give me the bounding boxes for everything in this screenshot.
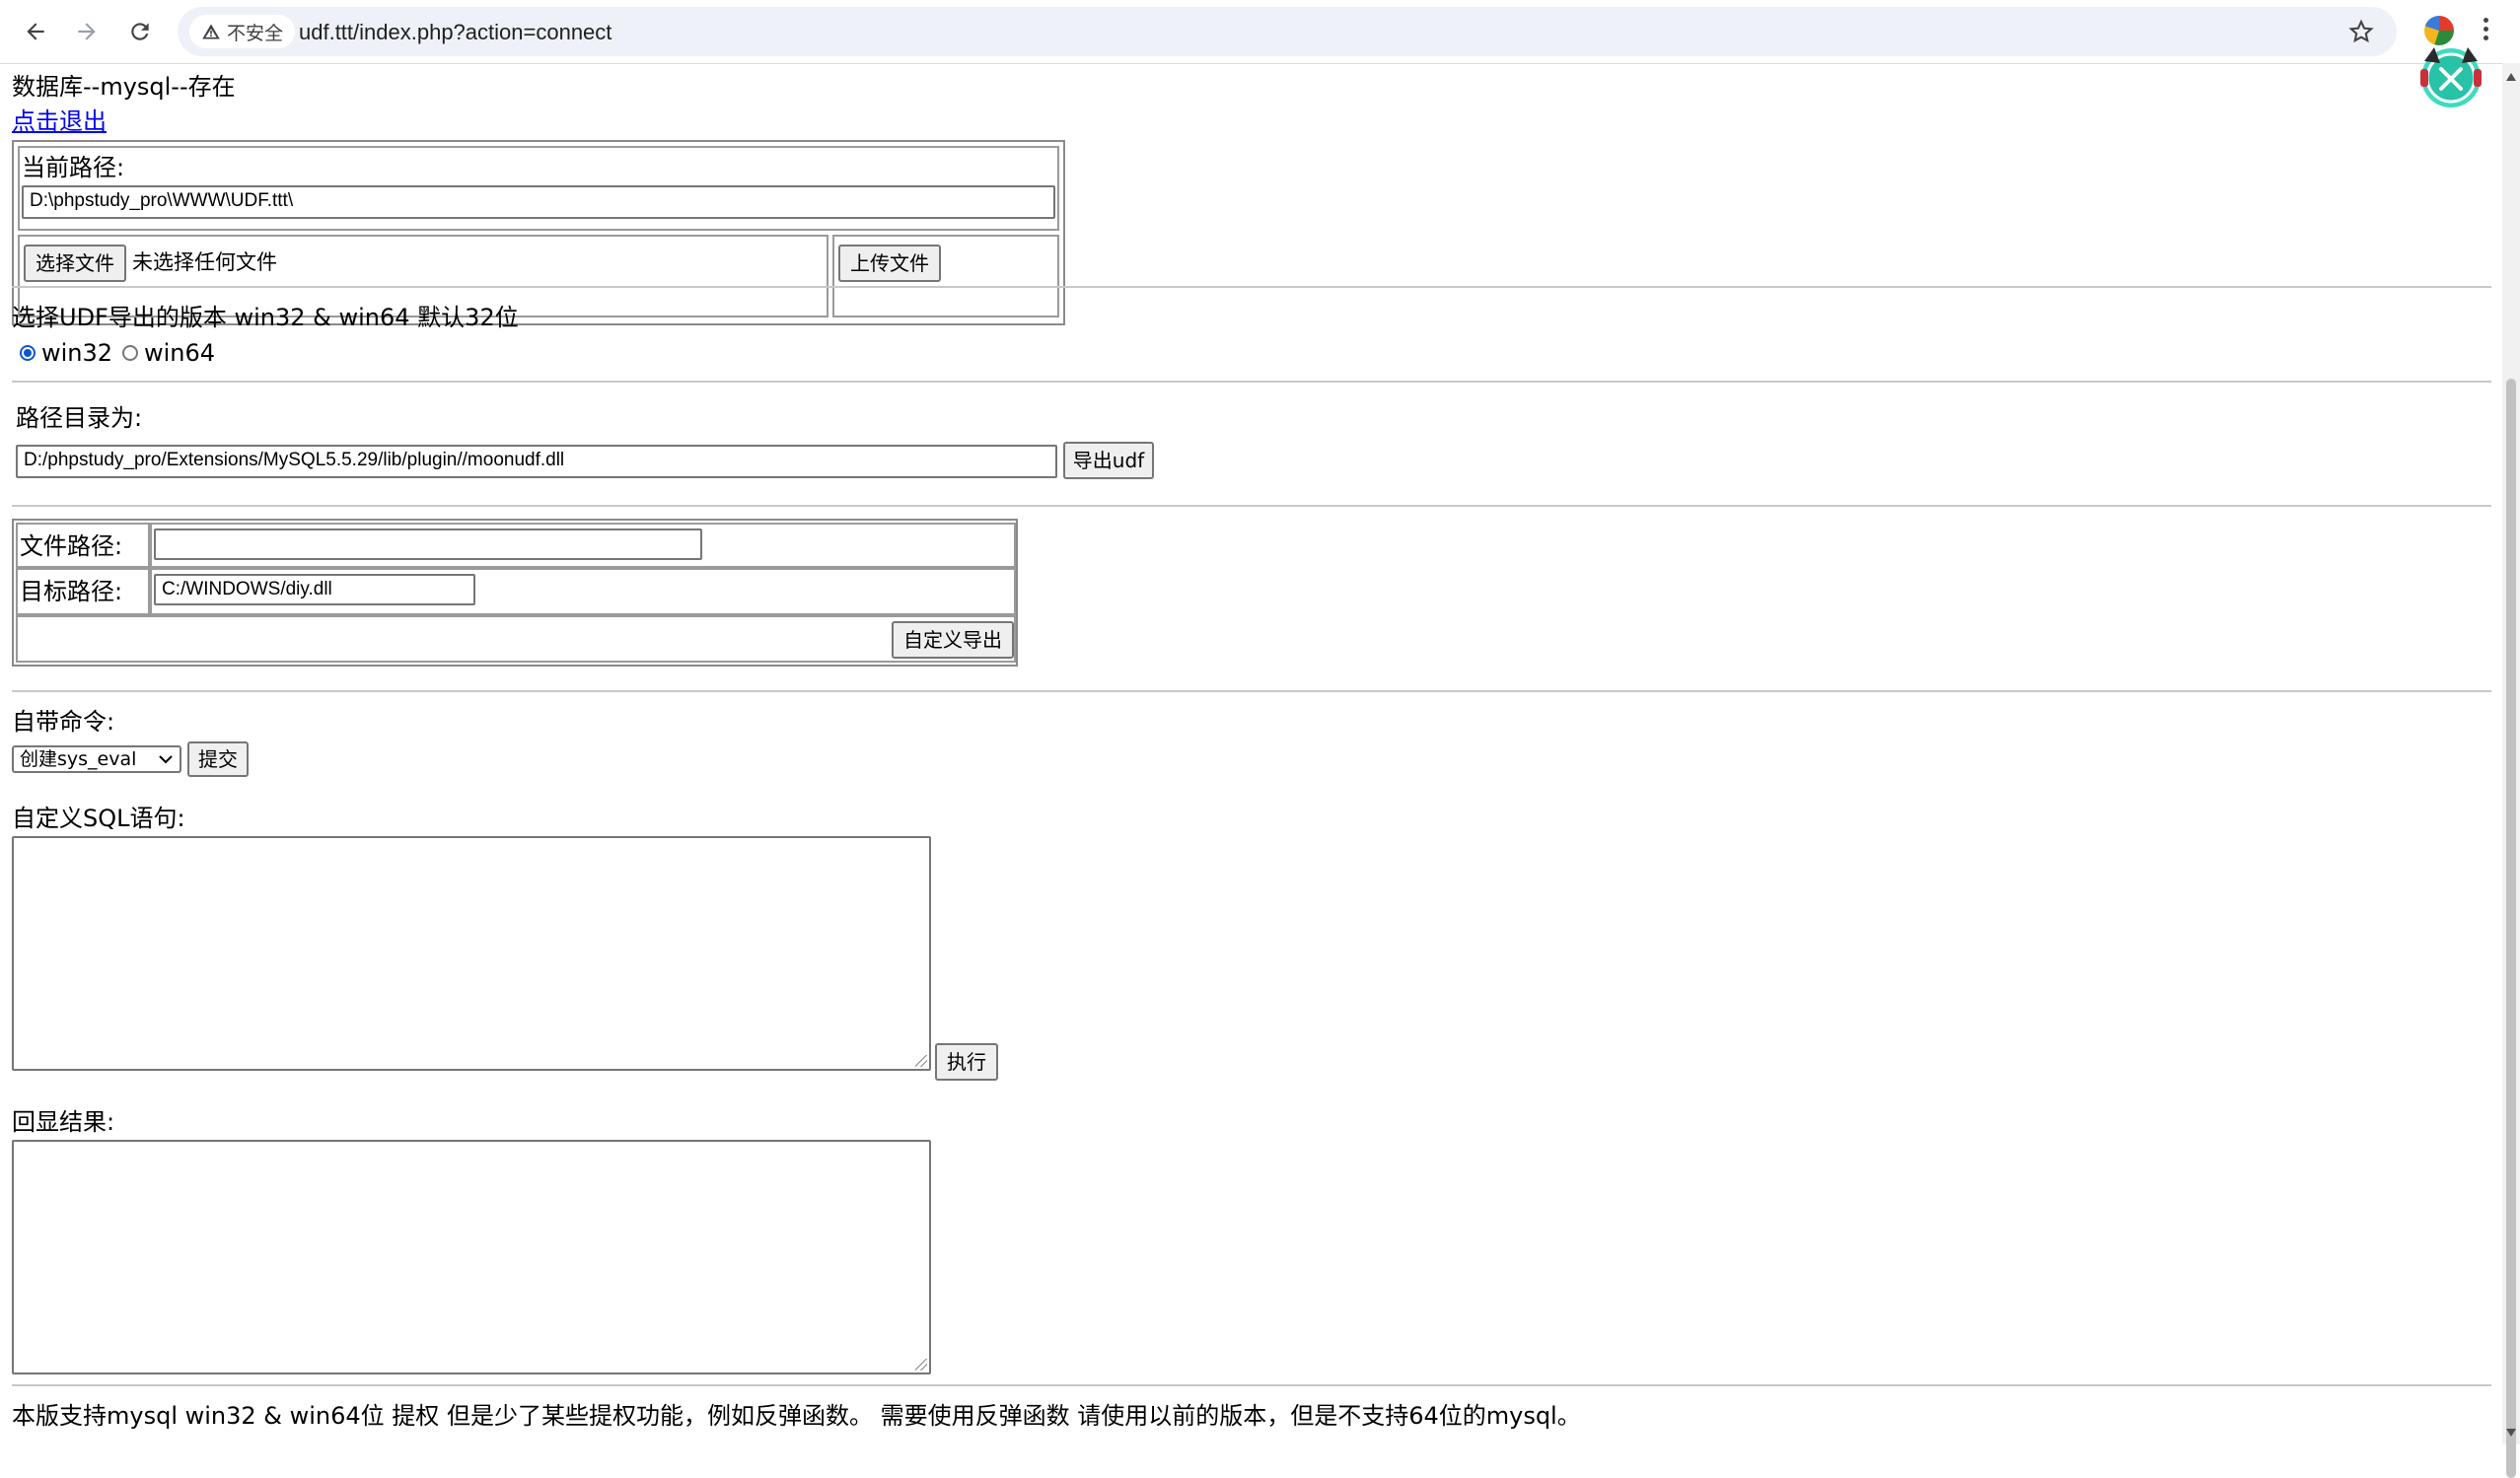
builtin-cmd-select[interactable]: 创建sys_eval — [12, 745, 181, 773]
file-path-label-cell: 文件路径: — [16, 523, 150, 568]
db-status-text: 数据库--mysql--存在 — [12, 73, 236, 101]
win32-label[interactable]: win32 — [41, 339, 112, 367]
page-scrollbar[interactable] — [2502, 63, 2520, 1478]
url-text[interactable]: udf.ttt/index.php?action=connect — [299, 20, 612, 45]
upload-table: 当前路径: D:\phpstudy_pro\WWW\UDF.ttt\ 选择文件 … — [12, 140, 1065, 325]
win32-radio[interactable] — [20, 345, 36, 361]
result-label: 回显结果: — [12, 1108, 115, 1136]
target-path-label-cell: 目标路径: — [16, 568, 150, 615]
win64-label[interactable]: win64 — [144, 339, 215, 367]
scroll-down-arrow-icon[interactable] — [2506, 1429, 2516, 1437]
extension-mascot-icon[interactable] — [2414, 39, 2487, 112]
divider — [12, 1384, 2491, 1386]
browser-toolbar: 不安全 udf.ttt/index.php?action=connect — [0, 0, 2520, 64]
bookmark-star-icon[interactable] — [2347, 18, 2375, 45]
target-path-label: 目标路径: — [20, 578, 123, 605]
file-path-input-cell — [150, 523, 1016, 568]
security-indicator[interactable]: 不安全 — [189, 15, 296, 48]
divider — [12, 505, 2491, 507]
execute-sql-button[interactable]: 执行 — [935, 1043, 998, 1081]
divider — [12, 286, 2491, 288]
export-dir-input[interactable]: D:/phpstudy_pro/Extensions/MySQL5.5.29/l… — [16, 445, 1057, 478]
reload-button[interactable] — [118, 10, 162, 53]
resize-grip-icon[interactable] — [915, 1055, 927, 1067]
custom-export-table: 文件路径: 目标路径: C:/WINDOWS/diy.dll 自定义导出 — [12, 519, 1018, 667]
warning-icon — [202, 24, 220, 39]
no-file-chosen-text: 未选择任何文件 — [132, 250, 277, 274]
file-path-label: 文件路径: — [20, 532, 123, 560]
security-label: 不安全 — [227, 22, 284, 44]
forward-arrow-icon — [78, 23, 96, 40]
file-path-input[interactable] — [154, 528, 702, 560]
current-path-cell: 当前路径: D:\phpstudy_pro\WWW\UDF.ttt\ — [18, 146, 1059, 231]
chevron-down-icon — [159, 755, 173, 764]
target-path-input-cell: C:/WINDOWS/diy.dll — [150, 568, 1016, 615]
back-arrow-icon — [27, 23, 44, 40]
resize-grip-icon[interactable] — [915, 1359, 927, 1371]
current-path-input[interactable]: D:\phpstudy_pro\WWW\UDF.ttt\ — [22, 185, 1055, 219]
target-path-input[interactable]: C:/WINDOWS/diy.dll — [154, 574, 475, 605]
back-button[interactable] — [14, 10, 57, 53]
scroll-up-arrow-icon[interactable] — [2506, 73, 2516, 81]
logout-link[interactable]: 点击退出 — [12, 107, 107, 135]
scrollbar-thumb[interactable] — [2506, 379, 2516, 1478]
address-bar[interactable]: 不安全 udf.ttt/index.php?action=connect — [178, 7, 2397, 56]
current-path-label: 当前路径: — [22, 154, 125, 181]
builtin-cmd-selected: 创建sys_eval — [20, 748, 137, 770]
custom-export-button[interactable]: 自定义导出 — [892, 621, 1014, 659]
footer-note: 本版支持mysql win32 & win64位 提权 但是少了某些提权功能，例… — [12, 1402, 1581, 1430]
upload-button-cell: 上传文件 — [832, 235, 1059, 317]
export-udf-button[interactable]: 导出udf — [1063, 442, 1154, 479]
builtin-cmd-label: 自带命令: — [12, 708, 115, 736]
custom-sql-textarea[interactable] — [12, 836, 931, 1071]
upload-file-button[interactable]: 上传文件 — [838, 245, 941, 282]
udf-version-prompt: 选择UDF导出的版本 win32 & win64 默认32位 — [12, 304, 519, 331]
choose-file-button[interactable]: 选择文件 — [24, 245, 126, 282]
result-textarea[interactable] — [12, 1140, 931, 1374]
forward-button[interactable] — [65, 10, 108, 53]
custom-sql-label: 自定义SQL语句: — [12, 805, 185, 832]
export-dir-label: 路径目录为: — [16, 404, 143, 432]
divider — [12, 690, 2491, 692]
reload-icon — [131, 23, 149, 40]
submit-cmd-button[interactable]: 提交 — [187, 741, 249, 777]
win64-radio[interactable] — [122, 345, 138, 361]
divider — [12, 381, 2491, 383]
custom-export-button-cell: 自定义导出 — [16, 615, 1016, 663]
